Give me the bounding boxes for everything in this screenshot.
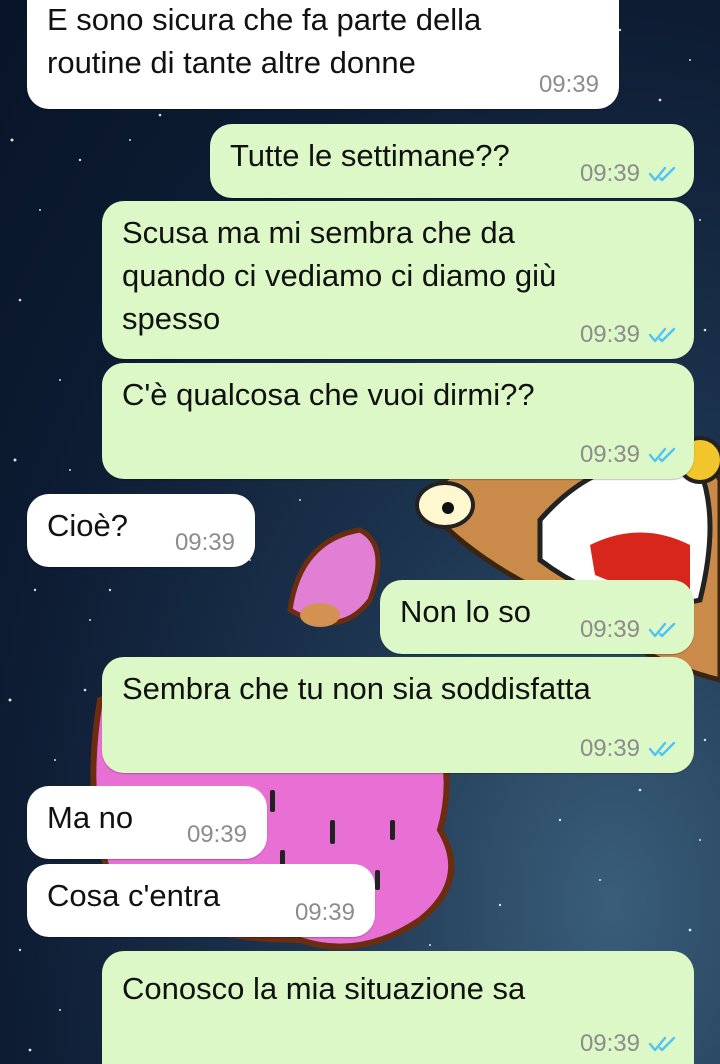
incoming-message[interactable]: Cioè? 09:39	[27, 494, 255, 567]
double-check-icon	[648, 622, 676, 638]
message-time: 09:39	[579, 441, 640, 468]
message-meta: 09:39	[580, 735, 678, 763]
outgoing-message[interactable]: C'è qualcosa che vuoi dirmi?? 09:39	[102, 363, 694, 479]
message-text: C'è qualcosa che vuoi dirmi??	[122, 377, 535, 412]
message-time: 09:39	[579, 735, 640, 762]
incoming-message[interactable]: Ma no 09:39	[27, 786, 267, 859]
message-text: Sembra che tu non sia soddisfatta	[122, 671, 591, 706]
message-time: 09:39	[294, 899, 355, 926]
message-meta: 09:39	[187, 821, 247, 849]
message-meta: 09:39	[580, 321, 678, 349]
incoming-message[interactable]: E sono sicura che fa parte della routine…	[27, 0, 619, 109]
outgoing-message[interactable]: Scusa ma mi sembra che da quando ci vedi…	[102, 201, 694, 359]
message-text: Conosco la mia situazione sa	[122, 971, 526, 1006]
message-time: 09:39	[579, 160, 640, 187]
message-time: 09:39	[579, 616, 640, 643]
message-text: E sono sicura che fa parte della routine…	[47, 2, 482, 80]
message-time: 09:39	[538, 71, 599, 98]
message-time: 09:39	[174, 529, 235, 556]
double-check-icon	[648, 447, 676, 463]
double-check-icon	[648, 1036, 676, 1052]
outgoing-message[interactable]: Tutte le settimane?? 09:39	[210, 124, 694, 198]
double-check-icon	[648, 741, 676, 757]
message-meta: 09:39	[295, 899, 355, 927]
message-time: 09:39	[579, 1030, 640, 1057]
message-meta: 09:39	[175, 529, 235, 557]
message-meta: 09:39	[539, 71, 599, 99]
double-check-icon	[648, 327, 676, 343]
double-check-icon	[648, 166, 676, 182]
message-time: 09:39	[186, 821, 247, 848]
message-time: 09:39	[579, 321, 640, 348]
message-meta: 09:39	[580, 441, 678, 469]
message-meta: 09:39	[580, 1030, 678, 1058]
message-meta: 09:39	[580, 160, 678, 188]
outgoing-message[interactable]: Sembra che tu non sia soddisfatta 09:39	[102, 657, 694, 773]
message-meta: 09:39	[580, 616, 678, 644]
incoming-message[interactable]: Cosa c'entra 09:39	[27, 864, 375, 937]
outgoing-message[interactable]: Non lo so 09:39	[380, 580, 694, 654]
outgoing-message[interactable]: Conosco la mia situazione sa 09:39	[102, 951, 694, 1064]
